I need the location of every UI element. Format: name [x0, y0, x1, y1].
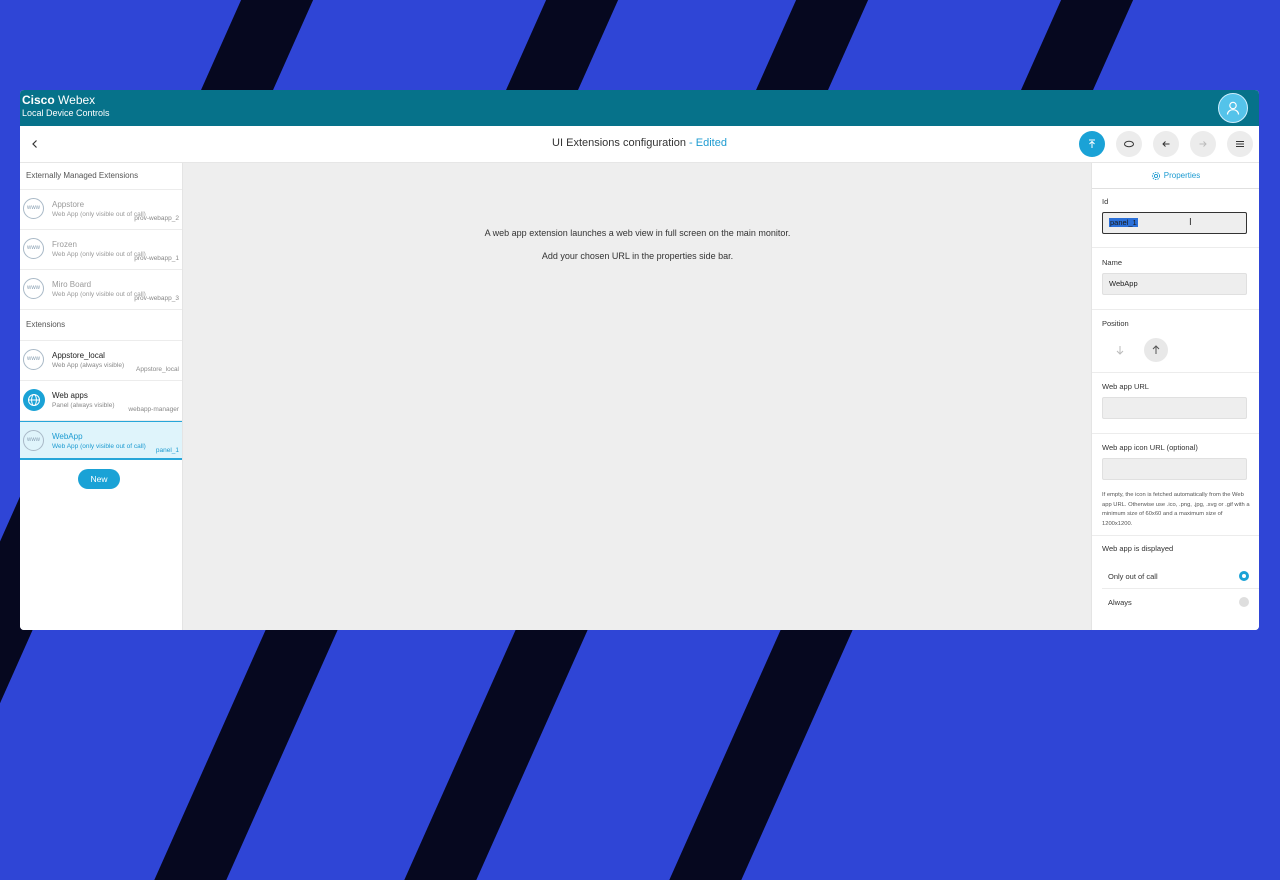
user-icon	[1226, 101, 1240, 115]
brand: Cisco Webex Local Device Controls	[22, 94, 110, 120]
list-item[interactable]: www Frozen Web App (only visible out of …	[20, 230, 182, 270]
item-name: Appstore	[52, 200, 85, 209]
info-line-1: A web app extension launches a web view …	[484, 228, 791, 238]
text-cursor-icon: I	[1189, 217, 1192, 228]
id-value: panel_1	[1109, 218, 1138, 227]
upload-icon	[1089, 139, 1095, 148]
item-id: Appstore_local	[136, 366, 179, 373]
menu-icon	[1236, 141, 1244, 147]
brand-product: Webex	[58, 93, 96, 107]
arrow-down-icon	[1116, 346, 1124, 355]
brand-subtitle: Local Device Controls	[22, 108, 110, 118]
displayed-label: Web app is displayed	[1102, 544, 1174, 553]
brand-cisco: Cisco	[22, 93, 55, 107]
id-field-group: Id panel_1 I	[1102, 197, 1247, 234]
extensions-header: Extensions	[20, 310, 182, 341]
preview-button[interactable]	[1116, 131, 1142, 157]
option-always[interactable]: Always	[1108, 597, 1249, 607]
icon-url-label: Web app icon URL (optional)	[1102, 443, 1198, 452]
title-separator: -	[685, 137, 696, 149]
list-item-selected[interactable]: www WebApp Web App (only visible out of …	[20, 421, 182, 460]
url-label: Web app URL	[1102, 382, 1149, 391]
arrow-up-icon	[1152, 345, 1160, 354]
icon-url-field-group: Web app icon URL (optional)	[1102, 443, 1247, 480]
undo-icon	[1162, 141, 1170, 147]
divider	[1092, 433, 1259, 434]
item-description: Web App (only visible out of call)	[52, 291, 146, 298]
item-name: Appstore_local	[52, 351, 105, 360]
url-field-group: Web app URL	[1102, 382, 1247, 419]
item-name: Frozen	[52, 240, 77, 249]
list-item[interactable]: www Appstore Web App (only visible out o…	[20, 190, 182, 230]
toolbar-actions	[1079, 131, 1253, 157]
name-label: Name	[1102, 258, 1123, 267]
extensions-sidebar: Externally Managed Extensions www Appsto…	[20, 163, 183, 630]
list-item[interactable]: Web apps Panel (always visible) webapp-m…	[20, 381, 182, 421]
managed-extensions-header: Externally Managed Extensions	[20, 163, 182, 190]
position-label: Position	[1102, 319, 1129, 328]
item-description: Panel (always visible)	[52, 402, 115, 409]
www-icon: www	[23, 349, 44, 370]
radio-unselected-icon[interactable]	[1239, 597, 1249, 607]
eye-icon	[1124, 140, 1134, 148]
item-description: Web App (always visible)	[52, 362, 125, 369]
undo-button[interactable]	[1153, 131, 1179, 157]
list-item[interactable]: www Appstore_local Web App (always visib…	[20, 341, 182, 381]
new-button[interactable]: New	[78, 469, 120, 489]
item-name: WebApp	[52, 432, 83, 441]
item-description: Web App (only visible out of call)	[52, 211, 146, 218]
item-name: Web apps	[52, 391, 88, 400]
name-input[interactable]: WebApp	[1102, 273, 1247, 295]
tab-properties[interactable]: Properties	[1092, 163, 1259, 189]
name-field-group: Name WebApp	[1102, 258, 1247, 295]
page-title-text: UI Extensions configuration	[552, 137, 686, 149]
item-description: Web App (only visible out of call)	[52, 251, 146, 258]
item-name: Miro Board	[52, 280, 92, 289]
toolbar: UI Extensions configuration - Edited	[20, 126, 1259, 163]
redo-icon	[1199, 141, 1207, 147]
icon-url-hint: If empty, the icon is fetched automatica…	[1102, 492, 1250, 527]
icon-url-input[interactable]	[1102, 458, 1247, 480]
option-label: Only out of call	[1108, 572, 1158, 581]
item-id: webapp-manager	[128, 406, 179, 413]
move-up-button[interactable]	[1144, 338, 1168, 362]
preview-canvas: A web app extension launches a web view …	[183, 163, 1092, 630]
item-id: panel_1	[155, 447, 179, 454]
id-input[interactable]: panel_1 I	[1102, 212, 1247, 234]
gear-icon	[1151, 171, 1160, 180]
radio-selected-icon[interactable]	[1239, 571, 1249, 581]
www-icon: www	[23, 198, 44, 219]
menu-button[interactable]	[1227, 131, 1253, 157]
page-title: UI Extensions configuration - Edited	[20, 137, 1259, 149]
divider	[1092, 372, 1259, 373]
top-bar: Cisco Webex Local Device Controls	[20, 90, 1259, 126]
divider	[1092, 309, 1259, 310]
divider	[1102, 588, 1259, 589]
properties-panel: Properties Id panel_1 I Name WebApp Posi…	[1091, 163, 1259, 630]
item-id: prov-webapp_1	[134, 255, 179, 262]
edited-status: Edited	[695, 137, 727, 149]
option-only-out-of-call[interactable]: Only out of call	[1108, 571, 1249, 581]
move-down-button[interactable]	[1108, 338, 1132, 362]
item-description: Web App (only visible out of call)	[52, 443, 146, 450]
info-line-2: Add your chosen URL in the properties si…	[541, 251, 734, 261]
app-window: Cisco Webex Local Device Controls UI Ext…	[20, 90, 1259, 630]
divider	[1092, 535, 1259, 536]
position-field-group: Position	[1102, 319, 1247, 328]
divider	[1092, 247, 1259, 248]
globe-icon	[23, 389, 45, 411]
list-item[interactable]: www Miro Board Web App (only visible out…	[20, 270, 182, 310]
tab-properties-label: Properties	[1163, 171, 1201, 180]
user-avatar[interactable]	[1218, 93, 1248, 123]
url-input[interactable]	[1102, 397, 1247, 419]
www-icon: www	[23, 278, 44, 299]
option-label: Always	[1108, 598, 1132, 607]
www-icon: www	[23, 430, 44, 451]
item-id: prov-webapp_2	[134, 215, 179, 222]
item-id: prov-webapp_3	[134, 295, 179, 302]
redo-button[interactable]	[1190, 131, 1216, 157]
upload-button[interactable]	[1079, 131, 1105, 157]
www-icon: www	[23, 238, 44, 259]
id-label: Id	[1102, 197, 1109, 206]
